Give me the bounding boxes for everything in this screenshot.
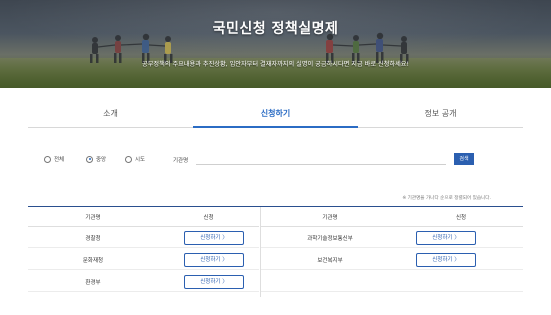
table-row: 보건복지부 신청하기 〉 xyxy=(261,249,523,270)
header-apply: 신청 xyxy=(455,215,467,221)
org-name-label: 기관명 xyxy=(173,158,189,164)
radio-circle-icon xyxy=(86,155,93,163)
radio-central[interactable]: 중앙 xyxy=(86,155,106,163)
children-silhouettes-image xyxy=(90,32,409,63)
hero-banner: 국민신청 정책실명제 공부정책의 주요내용과 추진상황, 입안자부터 결재자까지… xyxy=(0,0,551,88)
search-button[interactable]: 검색 xyxy=(454,153,474,165)
radio-label: 시도 xyxy=(135,157,146,163)
org-name-input[interactable] xyxy=(196,153,446,165)
search-filter: 전체 중앙 시도 기관명 검색 xyxy=(44,153,484,167)
org-name: 보건복지부 xyxy=(317,258,343,264)
org-table-right: 기관명 신청 과학기술정보통신부 신청하기 〉 보건복지부 신청하기 〉 xyxy=(260,207,523,297)
org-name: 경찰청 xyxy=(85,236,101,242)
sort-note: ※ 기관명을 가나다 순으로 정렬되어 있습니다. xyxy=(402,196,491,201)
org-name: 문화재청 xyxy=(82,258,104,264)
table-row-empty xyxy=(261,271,523,292)
apply-button[interactable]: 신청하기 〉 xyxy=(184,275,244,289)
hero-subtitle: 공부정책의 주요내용과 추진상황, 입안자부터 결재자까지의 실명이 궁금하시다… xyxy=(142,61,409,68)
table-row: 경찰청 신청하기 〉 xyxy=(28,227,259,248)
header-apply: 신청 xyxy=(203,215,214,221)
table-header: 기관명 신청 xyxy=(28,207,259,227)
radio-all[interactable]: 전체 xyxy=(44,155,64,163)
apply-button[interactable]: 신청하기 〉 xyxy=(184,231,244,245)
radio-label: 전체 xyxy=(54,157,65,163)
table-row: 환경부 신청하기 〉 xyxy=(28,271,259,292)
table-row: 과학기술정보통신부 신청하기 〉 xyxy=(261,227,523,248)
table-header: 기관명 신청 xyxy=(261,207,523,227)
radio-circle-icon xyxy=(44,155,51,163)
apply-button[interactable]: 신청하기 〉 xyxy=(416,253,476,267)
tab-intro[interactable]: 소개 xyxy=(28,104,193,128)
tab-disclosure[interactable]: 정보 공개 xyxy=(358,104,523,128)
radio-circle-icon xyxy=(125,155,132,163)
page-title: 국민신청 정책실명제 xyxy=(212,21,339,37)
apply-button[interactable]: 신청하기 〉 xyxy=(184,253,244,267)
header-org: 기관명 xyxy=(85,215,101,221)
org-table-left: 기관명 신청 경찰청 신청하기 〉 문화재청 신청하기 〉 환경부 신청하기 〉 xyxy=(28,207,259,297)
header-org: 기관명 xyxy=(322,215,338,221)
main-tabs: 소개 신청하기 정보 공개 xyxy=(28,104,523,128)
radio-label: 중앙 xyxy=(96,157,107,163)
org-table: 기관명 신청 경찰청 신청하기 〉 문화재청 신청하기 〉 환경부 신청하기 〉… xyxy=(28,206,523,297)
apply-button[interactable]: 신청하기 〉 xyxy=(416,231,476,245)
tab-apply[interactable]: 신청하기 xyxy=(193,104,358,128)
radio-province[interactable]: 시도 xyxy=(125,155,145,163)
org-name: 환경부 xyxy=(85,280,101,286)
org-name: 과학기술정보통신부 xyxy=(307,236,353,242)
table-row: 문화재청 신청하기 〉 xyxy=(28,249,259,270)
